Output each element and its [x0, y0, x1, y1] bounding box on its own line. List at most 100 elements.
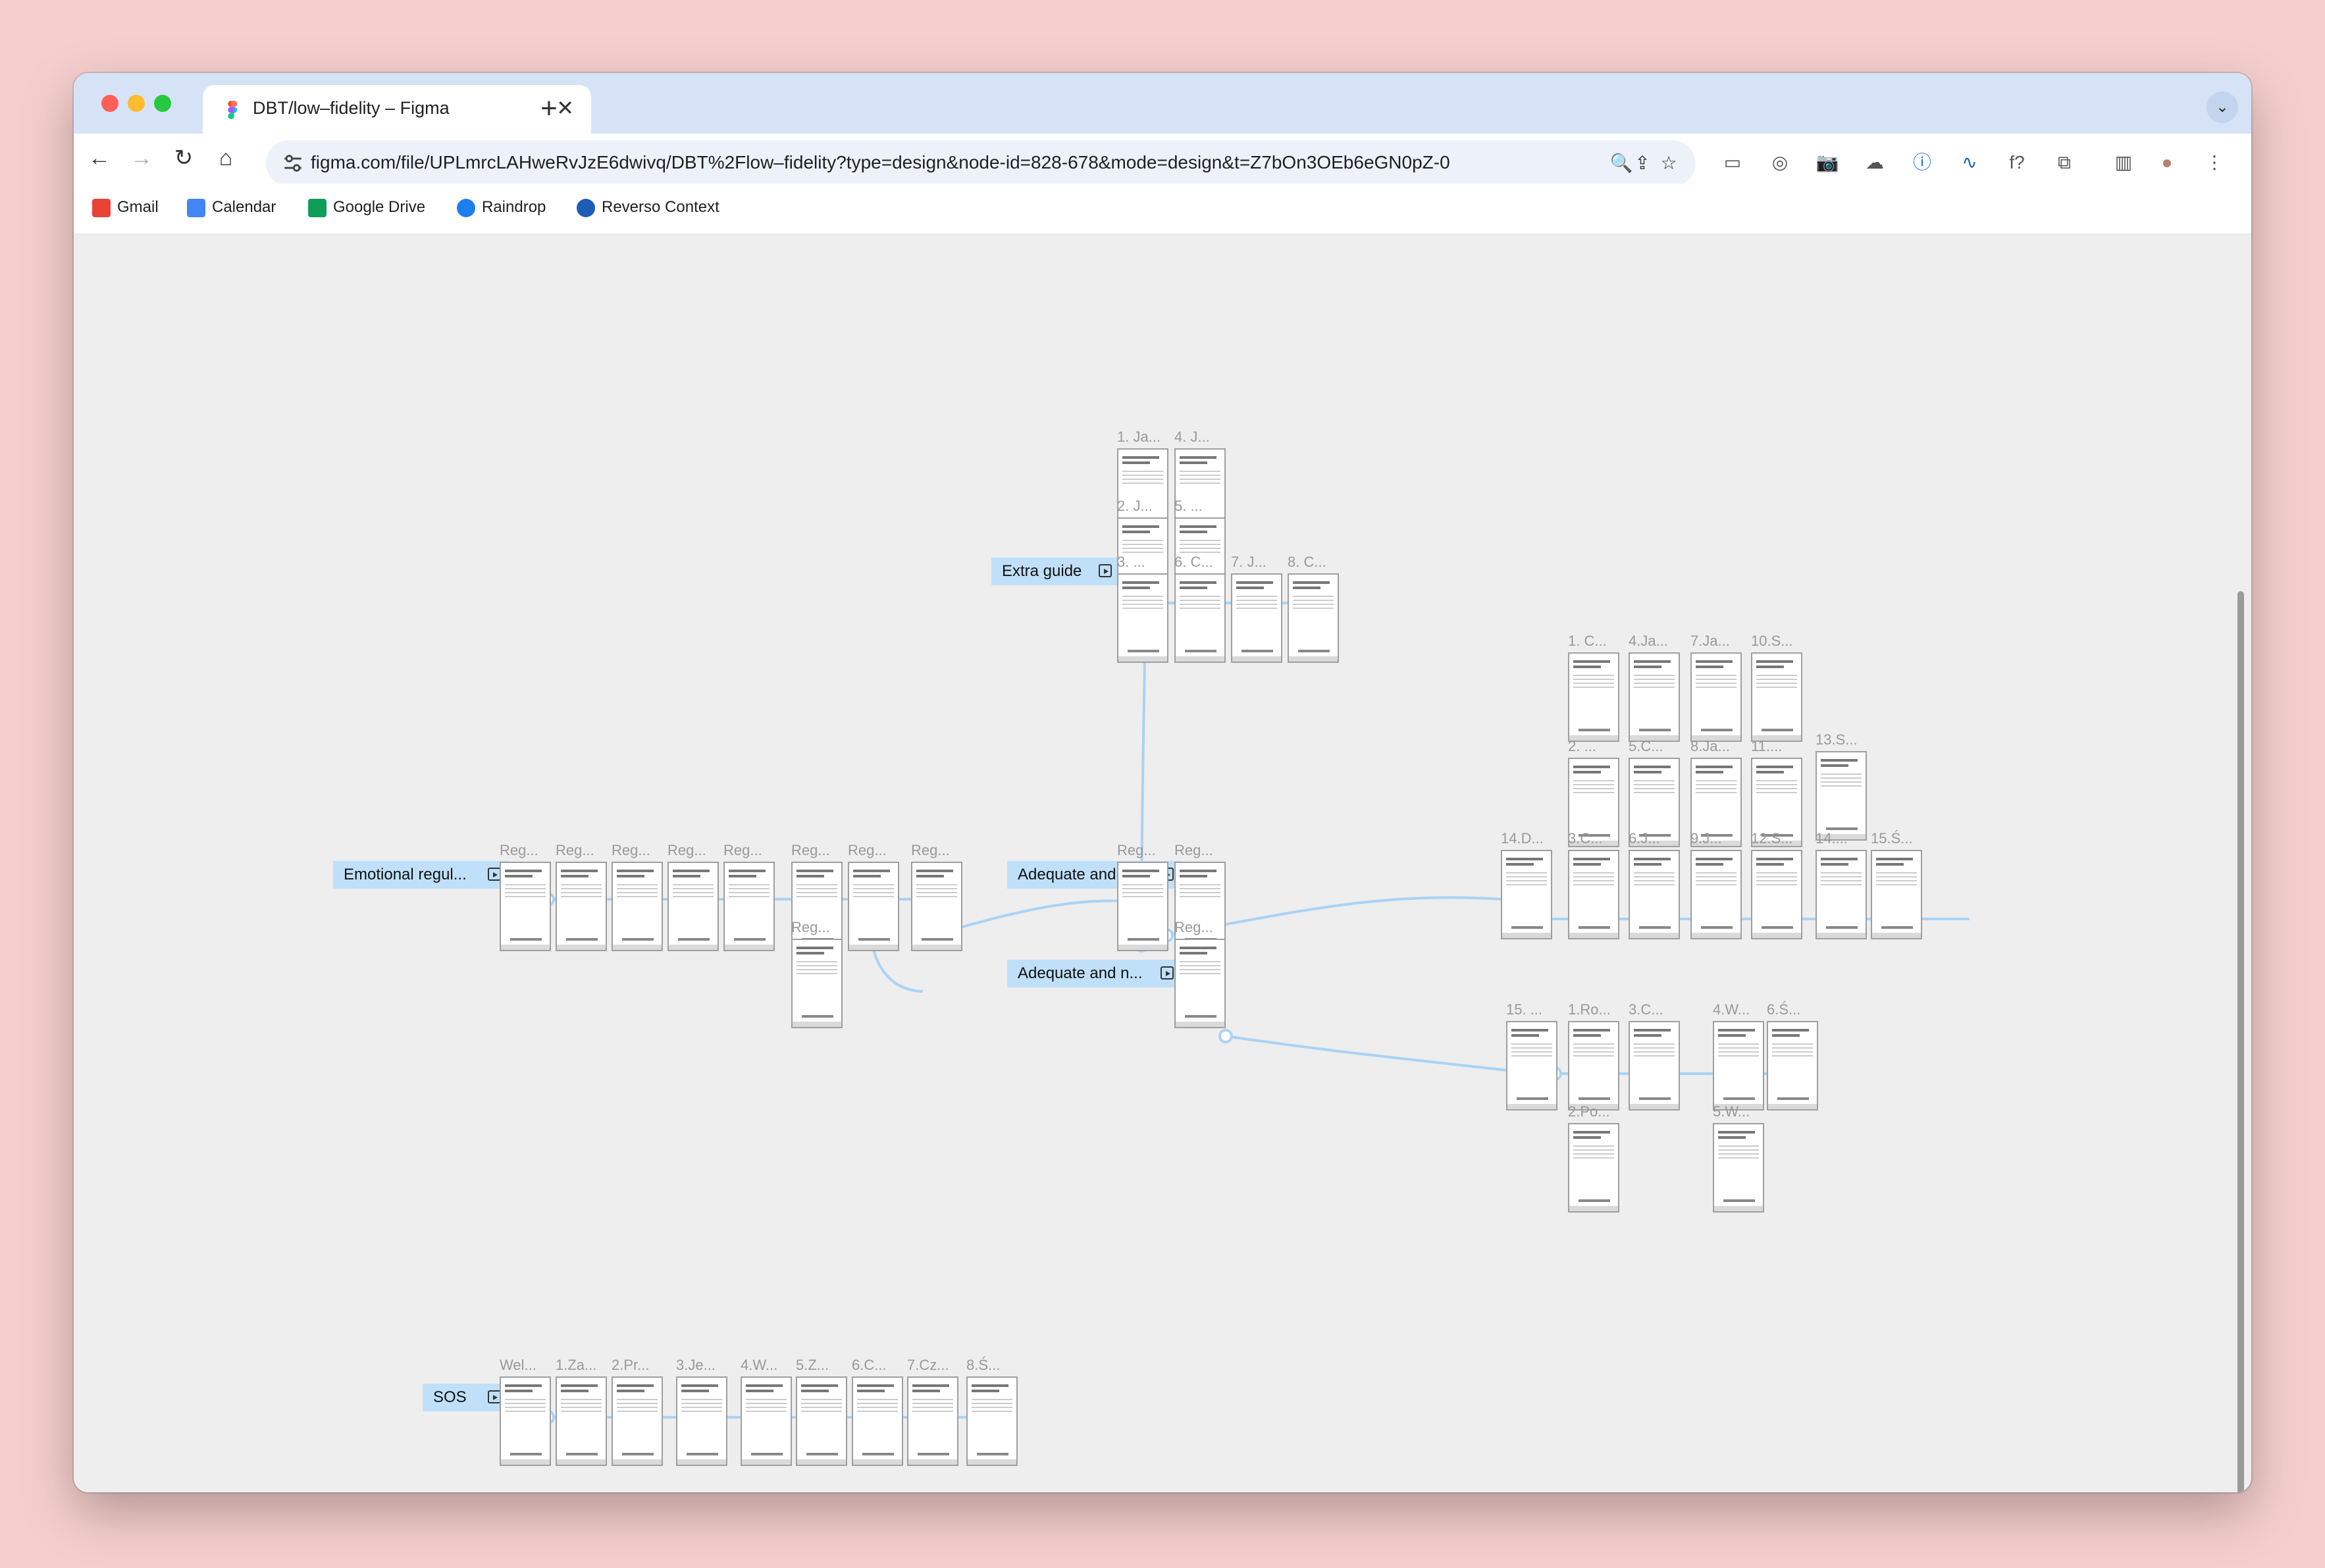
- screen-frame[interactable]: [1690, 850, 1742, 939]
- bookmark-calendar[interactable]: Calendar: [187, 194, 276, 221]
- browser-menu-icon[interactable]: ⋮: [2201, 149, 2228, 176]
- screen-frame[interactable]: [907, 1376, 958, 1466]
- screen-frame[interactable]: [1816, 751, 1867, 841]
- back-button[interactable]: ←: [83, 142, 116, 174]
- screen-frame[interactable]: [676, 1376, 727, 1466]
- screen-frame[interactable]: [1871, 850, 1922, 939]
- side-panel-icon[interactable]: ▥: [2110, 149, 2137, 176]
- screen-frame[interactable]: [1629, 850, 1680, 939]
- forward-button[interactable]: →: [125, 142, 158, 174]
- zoom-window-button[interactable]: [154, 95, 171, 112]
- flow-starting-point-emotional-regulation[interactable]: Emotional regul...: [333, 861, 509, 889]
- screen-frame[interactable]: [852, 1376, 903, 1466]
- screen-frame[interactable]: [1767, 1021, 1818, 1111]
- site-settings-icon[interactable]: [282, 152, 304, 174]
- frame-name-label: 1.Za...: [556, 1357, 597, 1373]
- reload-button[interactable]: ↻: [167, 142, 200, 174]
- extensions-puzzle-icon[interactable]: ⧉: [2051, 149, 2077, 176]
- frame-name-label: 1. Ja...: [1117, 429, 1161, 445]
- frame-content: [1180, 587, 1207, 589]
- screen-frame[interactable]: [500, 1376, 551, 1466]
- screen-frame[interactable]: [1568, 1123, 1619, 1213]
- screen-frame[interactable]: [1231, 573, 1282, 663]
- screen-frame[interactable]: [1568, 850, 1619, 939]
- screen-frame[interactable]: [1506, 1021, 1557, 1111]
- frame-content: [1817, 933, 1866, 938]
- screen-frame[interactable]: [1174, 862, 1226, 951]
- screen-frame[interactable]: [1117, 573, 1168, 663]
- cloud-extension-icon[interactable]: ☁: [1862, 149, 1888, 176]
- screen-frame[interactable]: [1629, 652, 1680, 742]
- screen-frame[interactable]: [1713, 1021, 1764, 1111]
- screen-frame[interactable]: [500, 862, 551, 951]
- screen-frame[interactable]: [612, 862, 663, 951]
- screen-frame[interactable]: [1568, 652, 1619, 742]
- address-bar[interactable]: figma.com/file/UPLmrcLAHweRvJzE6dwivq/DB…: [266, 140, 1696, 186]
- screen-frame[interactable]: [791, 862, 843, 951]
- timer-extension-icon[interactable]: ◎: [1767, 149, 1793, 176]
- frame-content: [1639, 926, 1671, 929]
- frame-name-label: Reg...: [1117, 842, 1156, 858]
- screen-frame[interactable]: [1174, 939, 1226, 1028]
- camera-extension-icon[interactable]: 📷: [1814, 149, 1841, 176]
- bookmark-gmail[interactable]: Gmail: [92, 194, 159, 221]
- share-icon[interactable]: ⇪: [1630, 151, 1655, 176]
- close-window-button[interactable]: [101, 95, 118, 112]
- screen-frame[interactable]: [966, 1376, 1018, 1466]
- frame-content: [1772, 1034, 1800, 1037]
- profile-avatar[interactable]: ●: [2154, 149, 2180, 176]
- screen-frame[interactable]: [796, 1376, 847, 1466]
- flow-starting-point-extra-guide[interactable]: Extra guide: [991, 558, 1120, 585]
- screen-frame[interactable]: [667, 862, 719, 951]
- onepassword-extension-icon[interactable]: ⓘ: [1909, 149, 1935, 176]
- screen-frame[interactable]: [1501, 850, 1552, 939]
- formula-extension-icon[interactable]: f?: [2004, 149, 2030, 176]
- flow-starting-point-sos[interactable]: SOS: [423, 1384, 509, 1411]
- flow-starting-point-adequate-and-n[interactable]: Adequate and n...: [1007, 960, 1182, 987]
- vertical-scrollbar[interactable]: [2237, 591, 2244, 1492]
- screen-frame[interactable]: [1751, 652, 1802, 742]
- frame-content: [797, 947, 833, 949]
- screen-frame[interactable]: [1174, 573, 1226, 663]
- frame-content: [862, 1453, 894, 1455]
- bookmark-star-icon[interactable]: ☆: [1656, 151, 1681, 176]
- frame-content: [1122, 884, 1163, 900]
- screen-frame[interactable]: [741, 1376, 792, 1466]
- screen-frame[interactable]: [911, 862, 962, 951]
- screen-frame[interactable]: [556, 862, 607, 951]
- play-prototype-icon[interactable]: [1160, 966, 1176, 981]
- screen-frame[interactable]: [1629, 1021, 1680, 1111]
- figma-canvas[interactable]: Extra guide Emotional regul... Adequate …: [74, 234, 2251, 1492]
- screen-frame[interactable]: [1816, 850, 1867, 939]
- frame-content: [1122, 456, 1159, 459]
- screen-frame[interactable]: [556, 1376, 607, 1466]
- screen-frame[interactable]: [791, 939, 843, 1028]
- screen-frame[interactable]: [1751, 850, 1802, 939]
- screen-frame[interactable]: [1713, 1123, 1764, 1213]
- frame-name-label: 13.S...: [1816, 731, 1858, 748]
- password-extension-icon[interactable]: ▭: [1719, 149, 1746, 176]
- screen-frame[interactable]: [1117, 862, 1168, 951]
- wave-extension-icon[interactable]: ∿: [1956, 149, 1983, 176]
- play-prototype-icon[interactable]: [1098, 563, 1114, 579]
- frame-content: [1718, 1131, 1755, 1134]
- flow-label: Emotional regul...: [344, 866, 467, 883]
- home-button[interactable]: ⌂: [209, 142, 242, 174]
- screen-frame[interactable]: [723, 862, 775, 951]
- new-tab-button[interactable]: +: [532, 93, 566, 127]
- frame-content: [1122, 587, 1150, 589]
- bookmark-google-drive[interactable]: Google Drive: [308, 194, 425, 221]
- bookmark-raindrop[interactable]: Raindrop: [457, 194, 546, 221]
- bookmark-reverso-context[interactable]: Reverso Context: [577, 194, 719, 221]
- frame-content: [1723, 1199, 1755, 1202]
- frame-name-label: 15.Ś...: [1871, 830, 1913, 847]
- minimize-window-button[interactable]: [128, 95, 145, 112]
- screen-frame[interactable]: [612, 1376, 663, 1466]
- screen-frame[interactable]: [1568, 1021, 1619, 1111]
- frame-name-label: Reg...: [1174, 919, 1213, 935]
- screen-frame[interactable]: [1288, 573, 1339, 663]
- screen-frame[interactable]: [848, 862, 899, 951]
- frame-content: [1756, 771, 1784, 773]
- screen-frame[interactable]: [1690, 652, 1742, 742]
- tab-search-button[interactable]: ⌄: [2207, 91, 2238, 123]
